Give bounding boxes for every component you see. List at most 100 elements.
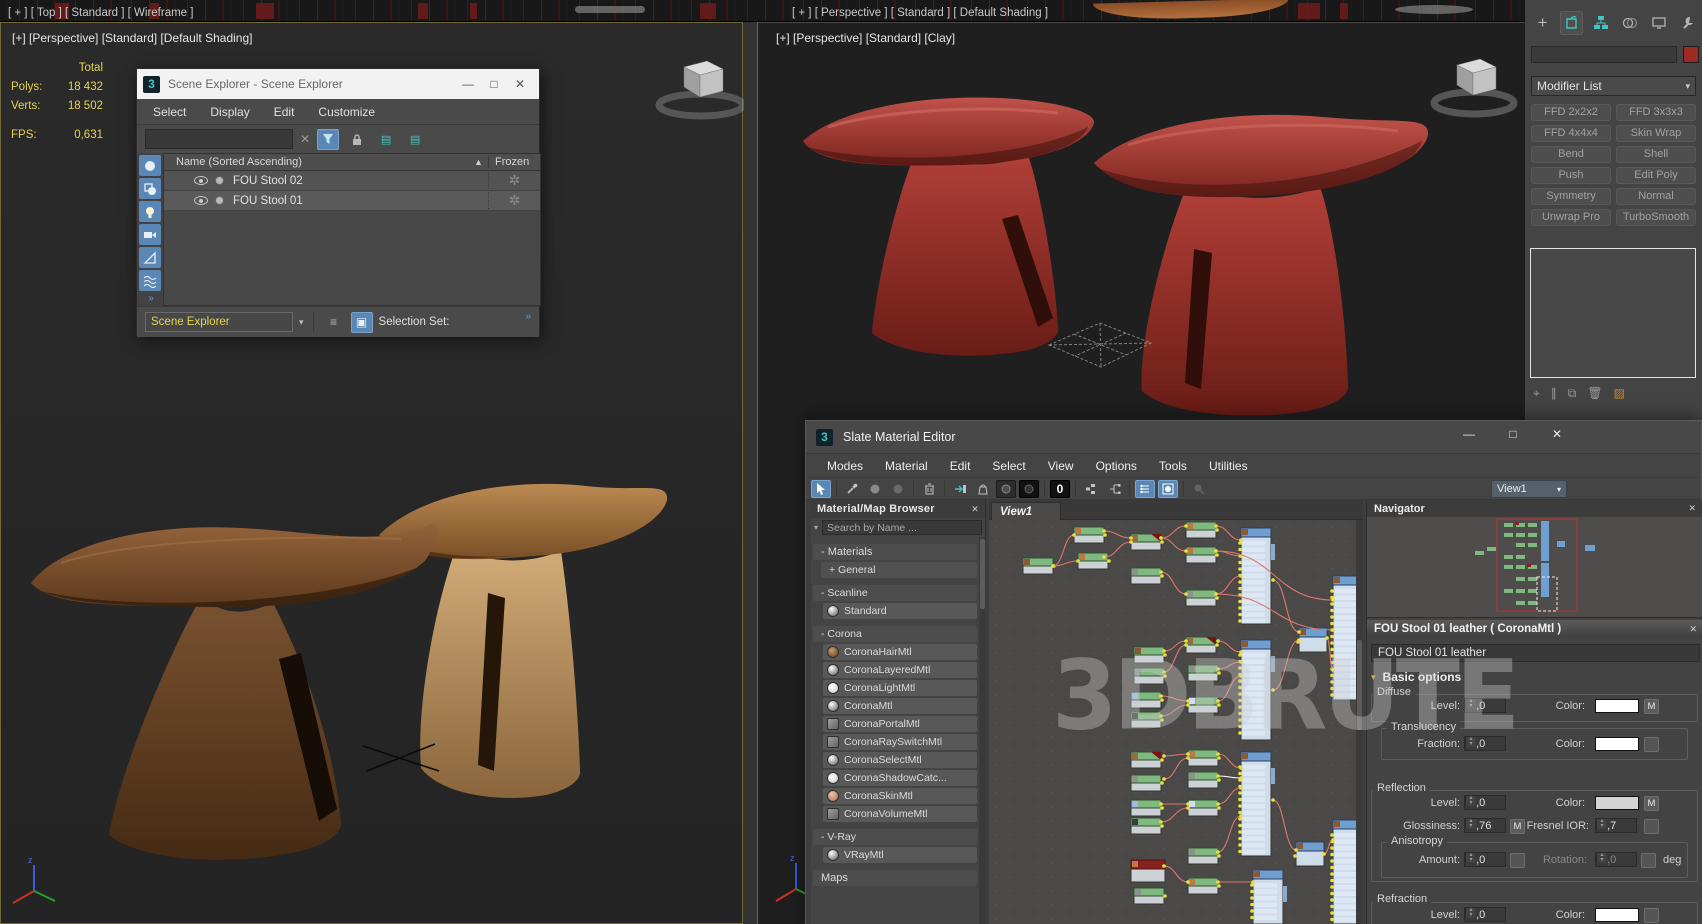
cameras-filter-icon[interactable] bbox=[139, 224, 161, 245]
layers-mode-icon[interactable]: ≡ bbox=[323, 312, 345, 333]
reflection-map-button[interactable]: M bbox=[1644, 796, 1659, 811]
object-name[interactable]: FOU Stool 02 bbox=[233, 175, 488, 187]
translucency-map-button[interactable] bbox=[1644, 737, 1659, 752]
motion-tab-icon[interactable] bbox=[1619, 11, 1642, 35]
browser-row[interactable]: VRayMtl bbox=[823, 847, 977, 863]
browser-row[interactable]: + General bbox=[821, 562, 977, 578]
hierarchy-tab-icon[interactable] bbox=[1589, 11, 1612, 35]
browser-row[interactable]: CoronaLightMtl bbox=[823, 680, 977, 696]
refraction-level-spinner[interactable]: 0,0▴▾ bbox=[1464, 907, 1506, 922]
translucency-fraction-spinner[interactable]: 0,0▴▾ bbox=[1464, 736, 1506, 751]
menu-item[interactable]: Options bbox=[1085, 459, 1148, 473]
table-row[interactable]: FOU Stool 02 ✲ bbox=[164, 171, 540, 191]
minimize-button[interactable]: — bbox=[1456, 427, 1482, 441]
reflection-level-spinner[interactable]: 1,0▴▾ bbox=[1464, 795, 1506, 810]
expand-tree-icon[interactable]: ▤ bbox=[375, 129, 397, 150]
explorer-preset-combo[interactable]: Scene Explorer bbox=[145, 312, 293, 332]
collapse-tree-icon[interactable]: ▤ bbox=[404, 129, 426, 150]
browser-row[interactable]: CoronaPortalMtl bbox=[823, 716, 977, 732]
browser-header[interactable]: Material/Map Browser ✕ bbox=[811, 500, 985, 518]
modifier-button[interactable]: Normal bbox=[1616, 188, 1696, 205]
browser-row[interactable]: Standard bbox=[823, 603, 977, 619]
navigator-header[interactable]: Navigator ✕ bbox=[1367, 500, 1702, 517]
configure-sets-icon[interactable]: ▨ bbox=[1614, 386, 1625, 401]
zero-propagation-icon[interactable]: 0 bbox=[1050, 480, 1070, 498]
show-end-result-icon[interactable]: ∥ bbox=[1551, 386, 1557, 401]
slate-titlebar[interactable]: 3 Slate Material Editor — □ ✕ bbox=[806, 421, 1701, 454]
delete-selected-icon[interactable] bbox=[919, 480, 939, 498]
browser-row[interactable]: - Corona bbox=[813, 626, 977, 642]
menu-item[interactable]: Edit bbox=[274, 105, 295, 119]
shapes-filter-icon[interactable] bbox=[139, 178, 161, 199]
right-viewport-label[interactable]: [+] [Perspective] [Standard] [Clay] bbox=[776, 31, 955, 45]
material-by-list-icon[interactable] bbox=[1135, 480, 1155, 498]
top-viewport-label[interactable]: [ + ] [ Top ] [ Standard ] [ Wireframe ] bbox=[8, 7, 193, 19]
menu-item[interactable]: Edit bbox=[939, 459, 982, 473]
preview-window-icon[interactable] bbox=[1158, 480, 1178, 498]
create-tab-plus-icon[interactable]: + bbox=[1531, 11, 1554, 35]
modifier-button[interactable]: Edit Poly bbox=[1616, 167, 1696, 184]
refraction-map-button[interactable] bbox=[1644, 908, 1659, 923]
anisotropy-rotation-spinner[interactable]: 0,0▴▾ bbox=[1595, 852, 1637, 867]
menu-item[interactable]: Modes bbox=[816, 459, 874, 473]
browser-scrollbar[interactable] bbox=[979, 537, 986, 924]
table-row[interactable]: FOU Stool 01 ✲ bbox=[164, 191, 540, 211]
top-viewport-strip[interactable]: [ + ] [ Top ] [ Standard ] [ Wireframe ]… bbox=[0, 0, 1702, 22]
modifier-list-dropdown[interactable]: Modifier List ▾ bbox=[1531, 76, 1696, 96]
material-title-bar[interactable]: FOU Stool 01 leather ( CoronaMtl ) ✕ bbox=[1367, 620, 1702, 638]
material-name-field[interactable]: FOU Stool 01 leather bbox=[1371, 644, 1700, 662]
menu-item[interactable]: Material bbox=[874, 459, 939, 473]
modifier-button[interactable]: Skin Wrap bbox=[1616, 125, 1696, 142]
assign-material-to-selection-icon[interactable] bbox=[950, 480, 970, 498]
glossiness-spinner[interactable]: 0,76▴▾ bbox=[1464, 818, 1506, 833]
show-shaded-map-icon[interactable] bbox=[1019, 480, 1039, 498]
modifier-button[interactable]: Unwrap Pro bbox=[1531, 209, 1611, 226]
modifier-button[interactable]: FFD 4x4x4 bbox=[1531, 125, 1611, 142]
active-view-selector[interactable]: View1 ▾ bbox=[1491, 480, 1567, 498]
menu-item[interactable]: Tools bbox=[1148, 459, 1198, 473]
fresnel-ior-spinner[interactable]: 1,7▴▾ bbox=[1595, 818, 1637, 833]
frozen-column-header[interactable]: Frozen bbox=[488, 156, 540, 168]
maximize-button[interactable]: □ bbox=[481, 77, 507, 91]
browser-row[interactable]: - V-Ray bbox=[813, 829, 977, 845]
helpers-filter-icon[interactable] bbox=[139, 247, 161, 268]
browser-options-icon[interactable]: ▾ bbox=[814, 523, 818, 532]
modifier-button[interactable]: FFD 3x3x3 bbox=[1616, 104, 1696, 121]
close-panel-icon[interactable]: ✕ bbox=[971, 504, 979, 515]
left-viewport-label[interactable]: [+] [Perspective] [Standard] [Default Sh… bbox=[12, 31, 252, 45]
browser-row[interactable]: CoronaShadowCatc... bbox=[823, 770, 977, 786]
reflection-color-swatch[interactable] bbox=[1595, 796, 1639, 810]
list-header[interactable]: Name (Sorted Ascending) ▲ Frozen bbox=[164, 154, 540, 171]
pick-material-eyedropper-icon[interactable] bbox=[842, 480, 862, 498]
close-button[interactable]: ✕ bbox=[1544, 427, 1570, 441]
refraction-color-swatch[interactable] bbox=[1595, 908, 1639, 922]
diffuse-level-spinner[interactable]: 1,0▴▾ bbox=[1464, 698, 1506, 713]
menu-item[interactable]: Display bbox=[210, 105, 249, 119]
more-filters-chevron[interactable]: » bbox=[139, 293, 163, 304]
fresnel-map-button[interactable] bbox=[1644, 819, 1659, 834]
shaded-material-icon[interactable] bbox=[865, 480, 885, 498]
frozen-toggle-icon[interactable]: ✲ bbox=[488, 172, 540, 189]
modifier-button[interactable]: Symmetry bbox=[1531, 188, 1611, 205]
modify-tab-icon[interactable] bbox=[1560, 11, 1583, 35]
browser-row[interactable]: CoronaMtl bbox=[823, 698, 977, 714]
modifier-stack[interactable] bbox=[1530, 248, 1696, 378]
menu-item[interactable]: Select bbox=[153, 105, 186, 119]
browser-row[interactable]: CoronaSkinMtl bbox=[823, 788, 977, 804]
show-map-in-viewport-icon[interactable] bbox=[996, 480, 1016, 498]
geometry-filter-icon[interactable] bbox=[139, 155, 161, 176]
menu-item[interactable]: Select bbox=[981, 459, 1036, 473]
browser-row[interactable]: Maps bbox=[813, 870, 977, 886]
modifier-button[interactable]: FFD 2x2x2 bbox=[1531, 104, 1611, 121]
combo-dropdown-icon[interactable]: ▾ bbox=[299, 317, 304, 328]
name-column-header[interactable]: Name (Sorted Ascending) bbox=[164, 156, 474, 168]
browser-row[interactable]: - Scanline bbox=[813, 585, 977, 601]
frozen-toggle-icon[interactable]: ✲ bbox=[488, 192, 540, 209]
make-unique-icon[interactable]: ⧉ bbox=[1568, 386, 1577, 401]
object-name[interactable]: FOU Stool 01 bbox=[233, 195, 488, 207]
put-to-library-icon[interactable] bbox=[973, 480, 993, 498]
maximize-button[interactable]: □ bbox=[1500, 427, 1526, 441]
select-tool-icon[interactable] bbox=[811, 480, 831, 498]
close-panel-icon[interactable]: ✕ bbox=[1688, 503, 1696, 514]
rotation-map-button[interactable] bbox=[1641, 853, 1656, 868]
